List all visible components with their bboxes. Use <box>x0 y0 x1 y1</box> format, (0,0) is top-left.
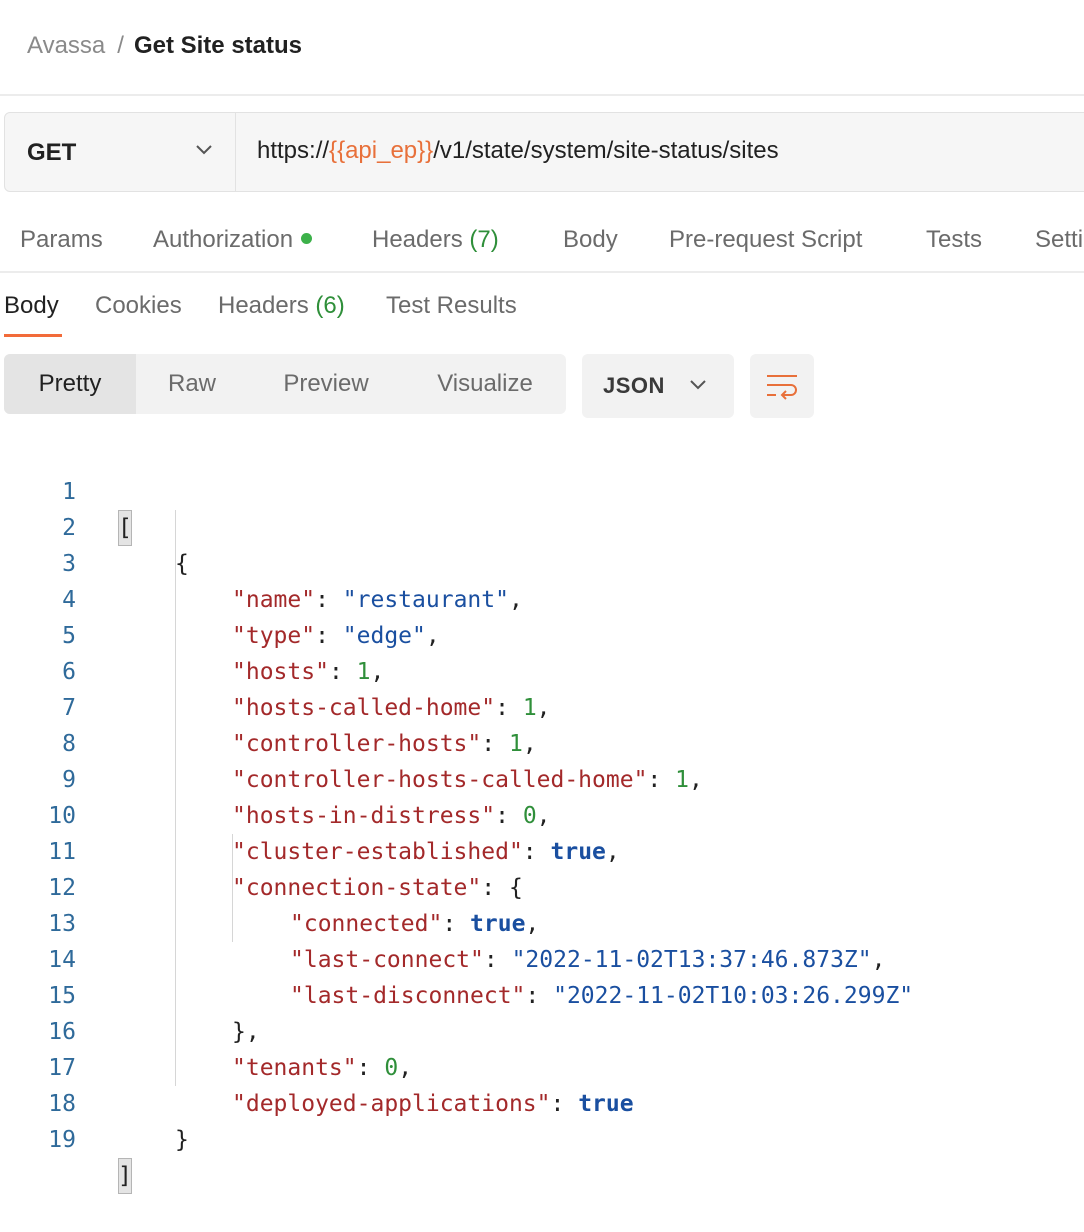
code-line: 15 }, <box>0 942 1084 1045</box>
tab-authorization[interactable]: Authorization <box>153 222 313 258</box>
page-title[interactable]: Get Site status <box>134 32 302 59</box>
breadcrumb: Avassa / Get Site status <box>27 30 302 62</box>
format-dropdown[interactable]: JSON <box>582 354 734 418</box>
response-tab-headers[interactable]: Headers (6) <box>218 288 345 324</box>
code-line: 11 "connection-state": { <box>0 798 1084 901</box>
code-line: 6 "hosts-called-home": 1, <box>0 618 1084 721</box>
request-bar: GET https://{{api_ep}}/v1/state/system/s… <box>4 112 1084 192</box>
code-line: 7 "controller-hosts": 1, <box>0 654 1084 757</box>
code-line: 17 "deployed-applications": true <box>0 1014 1084 1117</box>
view-mode-group: Pretty Raw Preview Visualize <box>4 354 566 414</box>
code-line: 9 "hosts-in-distress": 0, <box>0 726 1084 829</box>
code-line: 1 [ <box>0 438 1084 546</box>
code-line: 16 "tenants": 0, <box>0 978 1084 1081</box>
tab-tests[interactable]: Tests <box>926 222 982 258</box>
line-number: 19 <box>48 1127 76 1153</box>
response-tab-test-results[interactable]: Test Results <box>386 288 517 324</box>
breadcrumb-collection[interactable]: Avassa <box>27 32 105 59</box>
code-line: 2 { <box>0 474 1084 577</box>
tab-headers-label: Headers <box>372 226 463 253</box>
code-line: 18 } <box>0 1050 1084 1153</box>
code-line: 19 ] <box>0 1086 1084 1194</box>
view-preview-button[interactable]: Preview <box>260 354 392 414</box>
url-variable: {{api_ep}} <box>329 137 434 164</box>
tab-params[interactable]: Params <box>20 222 103 258</box>
active-tab-indicator <box>4 334 62 337</box>
code-line: 5 "hosts": 1, <box>0 582 1084 685</box>
response-tabs: Body Cookies Headers (6) Test Results <box>0 288 700 340</box>
method-label: GET <box>27 139 77 166</box>
chevron-down-icon <box>688 378 708 397</box>
view-raw-button[interactable]: Raw <box>136 354 248 414</box>
response-tab-body[interactable]: Body <box>4 288 59 324</box>
code-line: 8 "controller-hosts-called-home": 1, <box>0 690 1084 793</box>
close-object-brace: } <box>175 1127 189 1153</box>
url-input[interactable]: https://{{api_ep}}/v1/state/system/site-… <box>257 135 779 167</box>
request-tabs: Params Authorization Headers (7) Body Pr… <box>0 222 1084 258</box>
close-array-bracket: ] <box>118 1158 132 1194</box>
format-label: JSON <box>603 373 665 398</box>
code-line: 10 "cluster-established": true, <box>0 762 1084 865</box>
header-divider <box>0 94 1084 96</box>
code-line: 13 "last-connect": "2022-11-02T13:37:46.… <box>0 870 1084 973</box>
status-dot-icon <box>301 233 313 245</box>
tabs-divider <box>0 271 1084 273</box>
view-visualize-button[interactable]: Visualize <box>414 354 556 414</box>
url-prefix: https:// <box>257 137 330 164</box>
tab-settings[interactable]: Setti <box>1035 222 1083 258</box>
code-line: 12 "connected": true, <box>0 834 1084 937</box>
chevron-down-icon <box>194 143 214 162</box>
url-path: /v1/state/system/site-status/sites <box>433 137 779 164</box>
wrap-lines-button[interactable] <box>750 354 814 418</box>
tab-authorization-label: Authorization <box>153 226 294 253</box>
response-tab-headers-label: Headers <box>218 292 309 319</box>
code-line: 14 "last-disconnect": "2022-11-02T10:03:… <box>0 906 1084 1009</box>
code-line: 3 "name": "restaurant", <box>0 510 1084 613</box>
response-tab-cookies[interactable]: Cookies <box>95 288 182 324</box>
method-dropdown[interactable]: GET <box>5 113 236 191</box>
tab-headers[interactable]: Headers (7) <box>372 222 499 258</box>
view-pretty-button[interactable]: Pretty <box>4 354 136 414</box>
tab-prerequest-script[interactable]: Pre-request Script <box>669 222 862 258</box>
tab-body[interactable]: Body <box>563 222 618 258</box>
code-line: 4 "type": "edge", <box>0 546 1084 649</box>
response-headers-count: (6) <box>315 292 345 319</box>
breadcrumb-separator: / <box>117 32 124 59</box>
headers-count: (7) <box>469 226 499 253</box>
